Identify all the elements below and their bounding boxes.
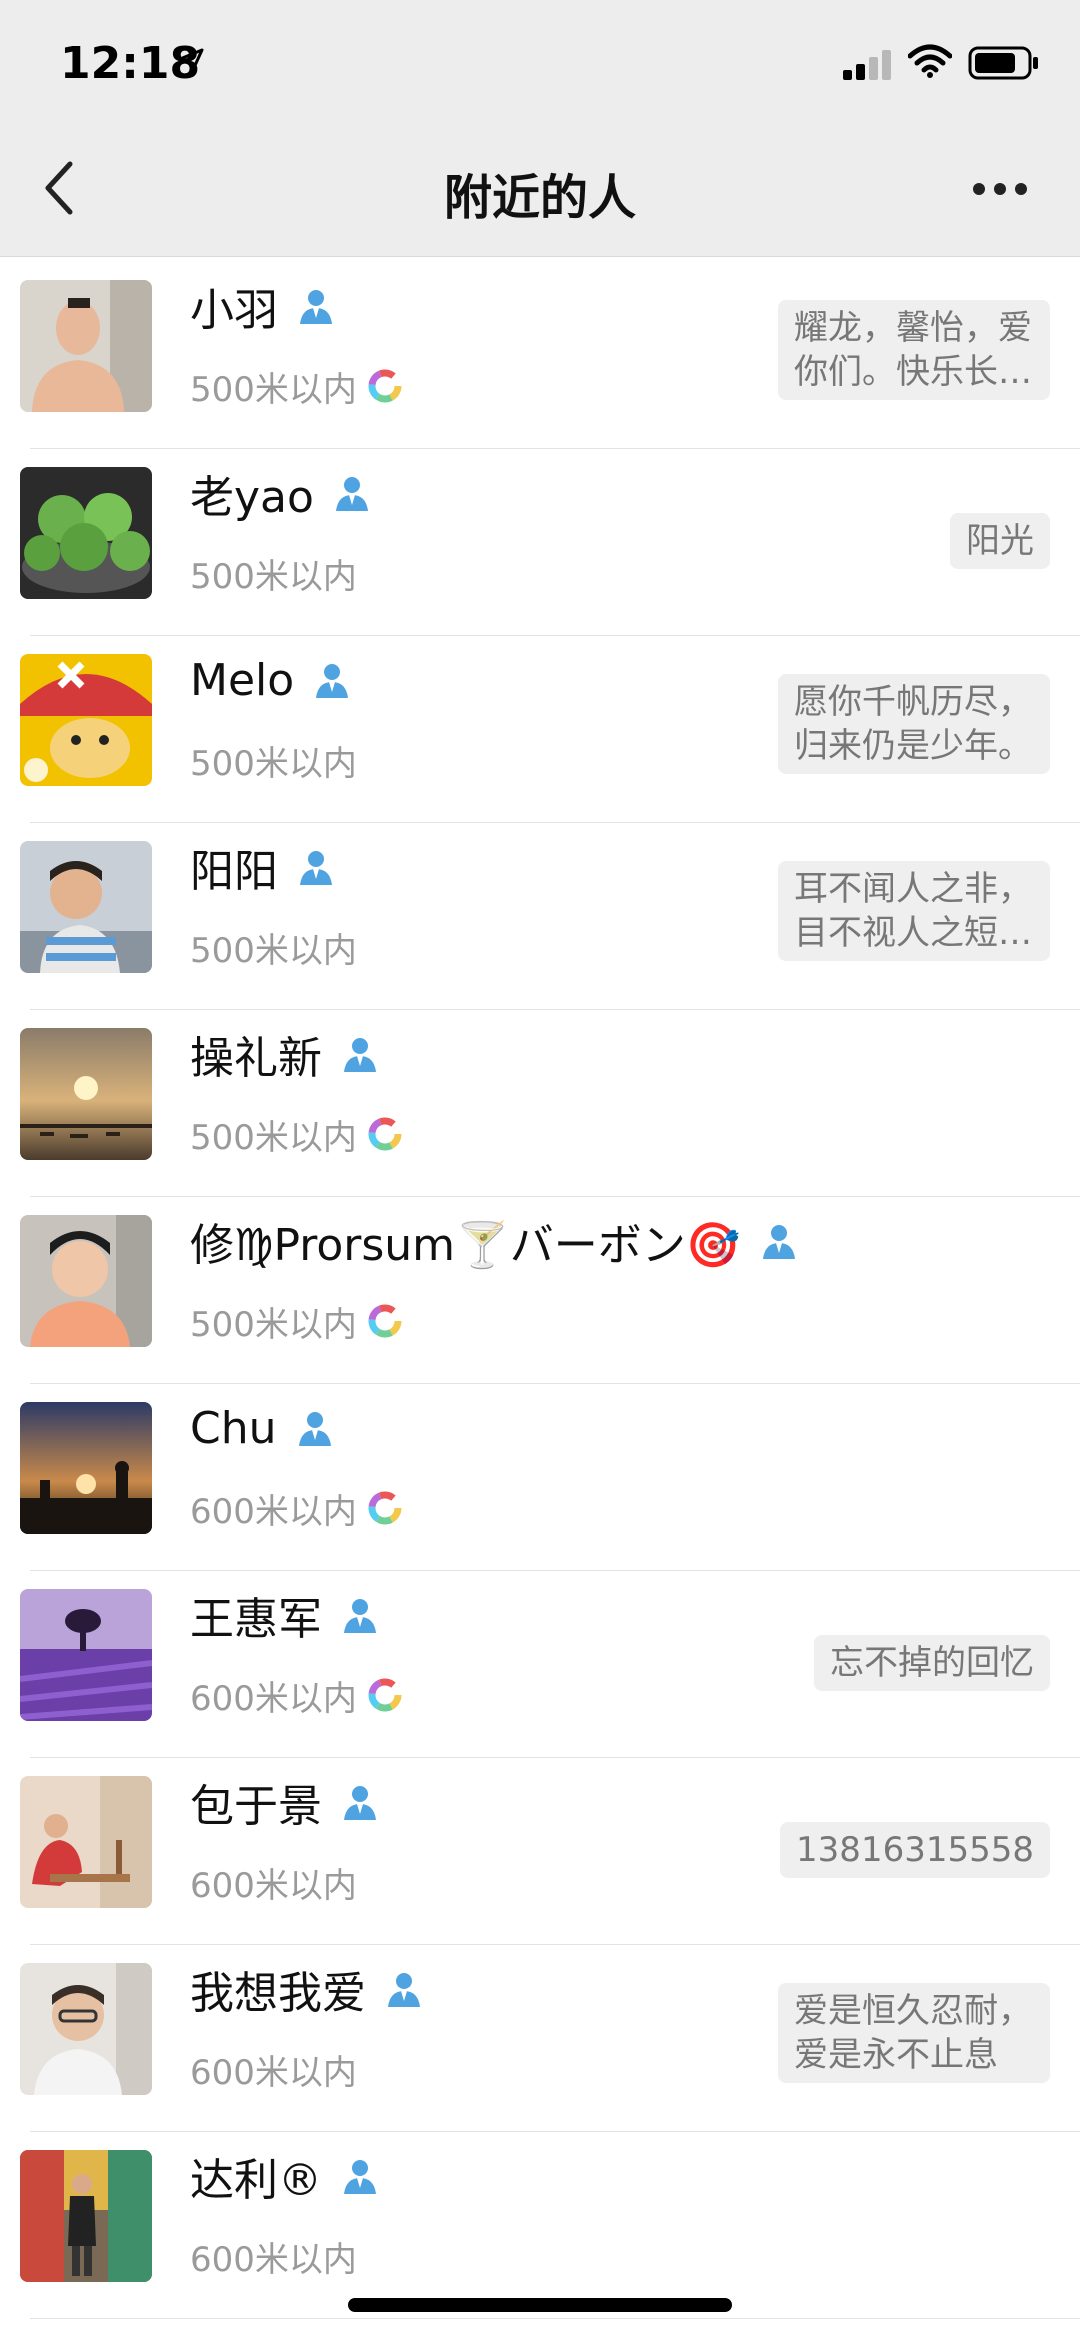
list-item[interactable]: 小羽 500米以内 耀龙，馨怡，爱 你们。快乐长… [0,262,1080,449]
moments-ring-icon [368,1678,402,1712]
signature-bubble: 耀龙，馨怡，爱 你们。快乐长… [778,300,1050,400]
moments-ring-icon [368,1117,402,1151]
list-item[interactable]: Melo 500米以内 愿你千帆历尽， 归来仍是少年。 [0,636,1080,823]
location-arrow-icon [178,48,204,74]
avatar [20,467,152,599]
signature-bubble: 忘不掉的回忆 [814,1635,1050,1691]
distance-text: 600米以内 [190,1491,357,1532]
distance-text: 600米以内 [190,1678,357,1719]
signature-bubble: 愿你千帆历尽， 归来仍是少年。 [778,674,1050,774]
person-name: 修♍Prorsum🍸バーボン🎯 [190,1220,741,1271]
battery-icon [968,46,1038,80]
wifi-icon [908,44,952,78]
distance-text: 500米以内 [190,369,357,410]
distance-text: 500米以内 [190,930,357,971]
person-name: Melo [190,654,295,706]
distance-text: 500米以内 [190,1304,357,1345]
nearby-people-list: 小羽 500米以内 耀龙，馨怡，爱 你们。快乐长… 老yao 500米以内 阳光… [0,262,1080,2319]
person-icon [344,1786,376,1820]
distance-text: 600米以内 [190,1865,357,1906]
cellular-signal-icon [843,50,891,80]
person-name: 小羽 [190,285,278,336]
person-icon [344,1038,376,1072]
person-icon [762,1225,795,1259]
person-icon [316,664,349,698]
person-name: 操礼新 [190,1033,322,1084]
list-item[interactable]: Chu 600米以内 [0,1384,1080,1571]
person-name: Chu [190,1402,277,1454]
avatar [20,1028,152,1160]
person-icon [335,477,368,511]
person-icon [300,851,332,885]
person-icon [298,1412,331,1446]
more-options-icon[interactable] [972,182,1028,196]
person-icon [300,290,332,324]
page-title: 附近的人 [443,170,636,226]
avatar [20,654,152,786]
signature-bubble: 爱是恒久忍耐， 爱是永不止息 [778,1983,1050,2083]
list-item[interactable]: 阳阳 500米以内 耳不闻人之非， 目不视人之短… [0,823,1080,1010]
person-icon [344,1599,376,1633]
list-item[interactable]: 包于景 600米以内 13816315558 [0,1758,1080,1945]
avatar [20,1776,152,1908]
moments-ring-icon [368,1491,402,1525]
distance-text: 500米以内 [190,743,357,784]
distance-text: 600米以内 [190,2239,357,2280]
person-name: 我想我爱 [190,1968,366,2019]
person-name: 达利® [190,2155,322,2206]
list-item[interactable]: 王惠军 600米以内 忘不掉的回忆 [0,1571,1080,1758]
distance-text: 500米以内 [190,1117,357,1158]
signature-bubble: 13816315558 [780,1822,1050,1878]
signature-bubble: 耳不闻人之非， 目不视人之短… [778,861,1050,961]
distance-text: 500米以内 [190,556,357,597]
list-item[interactable]: 达利® 600米以内 [0,2132,1080,2319]
avatar [20,1215,152,1347]
avatar [20,280,152,412]
list-item[interactable]: 老yao 500米以内 阳光 [0,449,1080,636]
list-item[interactable]: 操礼新 500米以内 [0,1010,1080,1197]
person-name: 老yao [190,472,314,523]
person-icon [344,2160,376,2194]
list-item[interactable]: 我想我爱 600米以内 爱是恒久忍耐， 爱是永不止息 [0,1945,1080,2132]
person-name: 包于景 [190,1781,322,1832]
avatar [20,1589,152,1721]
moments-ring-icon [368,1304,402,1338]
avatar [20,841,152,973]
person-name: 阳阳 [190,846,278,897]
home-indicator[interactable] [348,2298,732,2312]
signature-bubble: 阳光 [950,513,1050,569]
avatar [20,1402,152,1534]
avatar [20,2150,152,2282]
distance-text: 600米以内 [190,2052,357,2093]
person-icon [388,1973,420,2007]
moments-ring-icon [368,369,402,403]
list-item[interactable]: 修♍Prorsum🍸バーボン🎯 500米以内 [0,1197,1080,1384]
top-bar: 12:18 附近的人 [0,0,1080,257]
person-name: 王惠军 [190,1594,322,1645]
avatar [20,1963,152,2095]
